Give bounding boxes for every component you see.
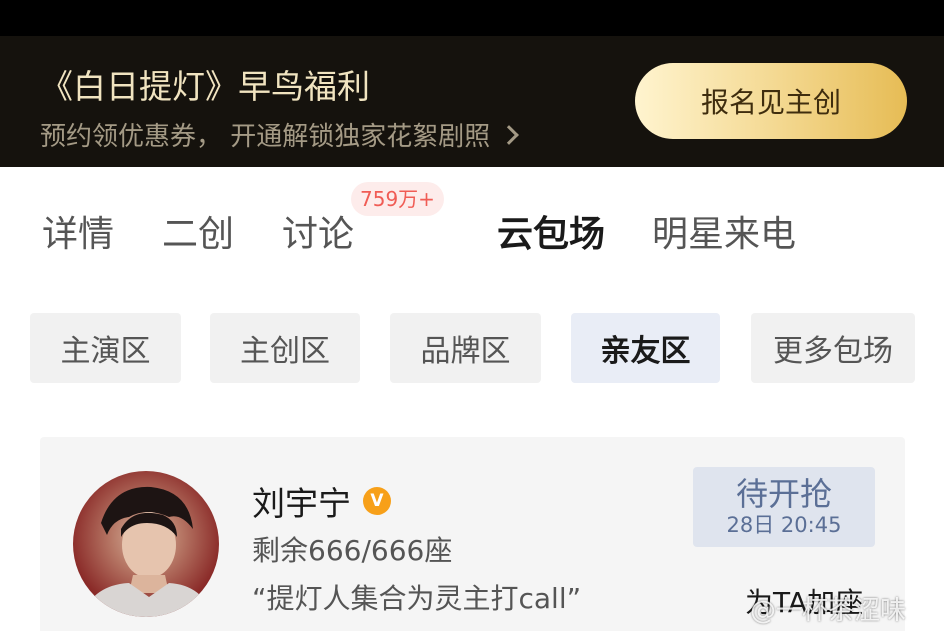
weibo-watermark: @一杯茶涩味 [750, 596, 907, 626]
chevron-right-icon [499, 124, 520, 145]
zone-brands[interactable]: 品牌区 [390, 313, 541, 383]
tab-discussion[interactable]: 讨论 [282, 205, 354, 257]
seats-remaining: 剩余666/666座 [252, 534, 453, 567]
tab-cloud-screening[interactable]: 云包场 [497, 205, 605, 257]
zone-friends-family[interactable]: 亲友区 [571, 313, 720, 383]
star-quote: “提灯人集合为灵主打call” [252, 582, 582, 615]
verified-icon: V [363, 487, 391, 515]
promo-subtitle[interactable]: 预约领优惠券， 开通解锁独家花絮剧照 [40, 116, 520, 153]
zone-lead-actors[interactable]: 主演区 [30, 313, 181, 383]
discussion-count-badge: 759万+ [351, 182, 444, 216]
grab-start-time: 28日 20:45 [726, 513, 842, 537]
zone-more-screenings[interactable]: 更多包场 [751, 313, 915, 383]
grab-status-label: 待开抢 [735, 475, 832, 513]
promo-subtitle-text: 预约领优惠券， 开通解锁独家花絮剧照 [40, 122, 491, 152]
pending-grab-button[interactable]: 待开抢 28日 20:45 [693, 467, 875, 547]
avatar[interactable] [73, 471, 219, 617]
portrait-photo [81, 486, 213, 617]
signup-button[interactable]: 报名见主创 [635, 63, 907, 139]
tab-fan-creations[interactable]: 二创 [162, 205, 234, 257]
status-bar [0, 0, 944, 36]
promo-banner[interactable]: 《白日提灯》早鸟福利 预约领优惠券， 开通解锁独家花絮剧照 报名见主创 [0, 36, 944, 167]
star-name-text: 刘宇宁 [252, 484, 351, 523]
zone-creators[interactable]: 主创区 [210, 313, 360, 383]
tab-star-calls[interactable]: 明星来电 [652, 205, 796, 257]
promo-title: 《白日提灯》早鸟福利 [40, 67, 370, 106]
star-name[interactable]: 刘宇宁 V [252, 477, 391, 525]
tab-details[interactable]: 详情 [42, 205, 114, 257]
